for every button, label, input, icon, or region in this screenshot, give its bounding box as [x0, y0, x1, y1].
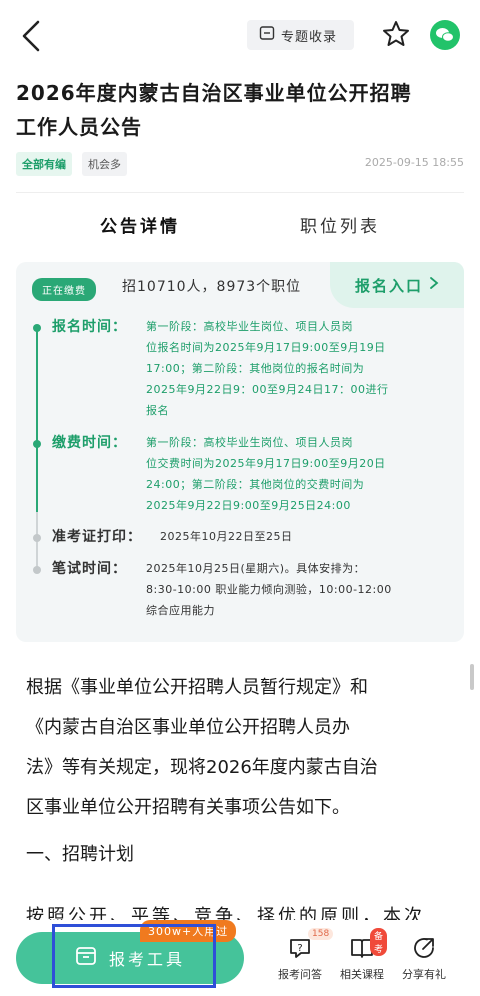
registration-row: 报名时间： 第一阶段：高校毕业生岗位、项目人员岗 位报名时间为2025年9月17…	[52, 316, 388, 421]
payment-label: 缴费时间：	[52, 435, 127, 451]
chat-question-icon: ? 158	[286, 928, 334, 962]
timeline-dot	[33, 534, 41, 542]
bottom-bar: 报考工具 300w+人用过 ? 158 报考问答 备考 相关课程 分享有礼	[0, 920, 480, 996]
exam-label: 笔试时间：	[52, 561, 127, 577]
body-line: 法》等有关规定，现将2026年度内蒙古自治	[26, 757, 378, 778]
payment-row: 缴费时间： 第一阶段：高校毕业生岗位、项目人员岗 位交费时间为2025年9月17…	[52, 432, 386, 516]
back-icon[interactable]	[18, 18, 46, 54]
topic-collection-button[interactable]: 专题收录	[247, 20, 354, 50]
course-label: 相关课程	[340, 968, 384, 981]
wechat-icon[interactable]	[430, 20, 460, 50]
admission-text: 2025年10月22日至25日	[160, 530, 293, 543]
tag-list: 全部有编 机会多	[16, 152, 127, 176]
schedule-card: 正在缴费 招10710人，8973个职位 报名入口 报名时间： 第一阶段：高校毕…	[16, 262, 464, 642]
admission-label: 准考证打印：	[52, 529, 142, 545]
text-line: 2025年9月22日9:00至9月25日24:00	[146, 499, 351, 512]
highlight-box	[52, 924, 216, 988]
star-icon[interactable]	[380, 18, 412, 50]
folder-icon	[259, 25, 275, 45]
title-line: 工作人员公告	[16, 115, 142, 139]
text-line: 位报名时间为2025年9月17日9:00至9月19日	[146, 341, 386, 354]
payment-text: 第一阶段：高校毕业生岗位、项目人员岗 位交费时间为2025年9月17日9:00至…	[146, 432, 386, 516]
text-line: 2025年10月25日(星期六)。具体安排为：	[146, 562, 366, 575]
recruit-summary: 招10710人，8973个职位	[122, 279, 302, 295]
top-bar: 专题收录	[0, 0, 480, 70]
body-line: 区事业单位公开招聘有关事项公告如下。	[26, 797, 350, 818]
timeline-dot	[33, 440, 41, 448]
tab-details[interactable]: 公告详情	[100, 212, 180, 237]
divider	[16, 192, 464, 193]
title-line: 2026年度内蒙古自治区事业单位公开招聘	[16, 81, 412, 105]
qa-button[interactable]: ? 158 报考问答	[268, 928, 334, 982]
text-line: 第一阶段：高校毕业生岗位、项目人员岗	[146, 436, 353, 449]
exam-text: 2025年10月25日(星期六)。具体安排为： 8:30-10:00 职业能力倾…	[146, 558, 392, 621]
text-line: 报名	[146, 404, 169, 417]
text-line: 24:00；第二阶段：其他岗位的交费时间为	[146, 478, 365, 491]
article-body: 根据《事业单位公开招聘人员暂行规定》和 《内蒙古自治区事业单位公开招聘人员办 法…	[26, 668, 458, 828]
status-badge: 正在缴费	[32, 278, 96, 301]
text-line: 位交费时间为2025年9月17日9:00至9月20日	[146, 457, 386, 470]
course-badge: 备考	[370, 928, 388, 956]
book-icon: 备考	[348, 928, 388, 962]
text-line: 综合应用能力	[146, 604, 215, 617]
text-line: 第一阶段：高校毕业生岗位、项目人员岗	[146, 320, 353, 333]
registration-entry-label: 报名入口	[354, 276, 423, 295]
registration-text: 第一阶段：高校毕业生岗位、项目人员岗 位报名时间为2025年9月17日9:00至…	[146, 316, 388, 421]
exam-row: 笔试时间： 2025年10月25日(星期六)。具体安排为： 8:30-10:00…	[52, 558, 392, 621]
publish-date: 2025-09-15 18:55	[364, 156, 464, 169]
topic-collection-label: 专题收录	[281, 29, 338, 45]
body-line: 《内蒙古自治区事业单位公开招聘人员办	[26, 717, 350, 738]
text-line: 8:30-10:00 职业能力倾向测验，10:00-12:00	[146, 583, 392, 596]
article-title: 2026年度内蒙古自治区事业单位公开招聘 工作人员公告	[16, 76, 468, 144]
body-line: 根据《事业单位公开招聘人员暂行规定》和	[26, 677, 368, 698]
share-icon	[410, 934, 438, 962]
chevron-right-icon	[429, 276, 439, 294]
section-heading: 一、招聘计划	[26, 844, 134, 865]
tag-opportunity: 机会多	[82, 152, 127, 176]
share-label: 分享有礼	[402, 968, 446, 981]
course-button[interactable]: 备考 相关课程	[330, 928, 394, 982]
admission-row: 准考证打印： 2025年10月22日至25日	[52, 526, 293, 547]
text-line: 2025年9月22日9：00至9月24日17：00进行	[146, 383, 389, 396]
share-button[interactable]: 分享有礼	[392, 934, 456, 982]
tag-all-staffed: 全部有编	[16, 152, 72, 176]
tab-positions[interactable]: 职位列表	[300, 212, 380, 237]
timeline-dot	[33, 324, 41, 332]
scrollbar[interactable]	[470, 664, 474, 690]
registration-entry-button[interactable]: 报名入口	[330, 262, 464, 308]
svg-text:?: ?	[297, 943, 302, 954]
qa-label: 报考问答	[278, 968, 322, 981]
timeline-dot	[33, 566, 41, 574]
registration-label: 报名时间：	[52, 319, 127, 335]
text-line: 17:00；第二阶段：其他岗位的报名时间为	[146, 362, 365, 375]
